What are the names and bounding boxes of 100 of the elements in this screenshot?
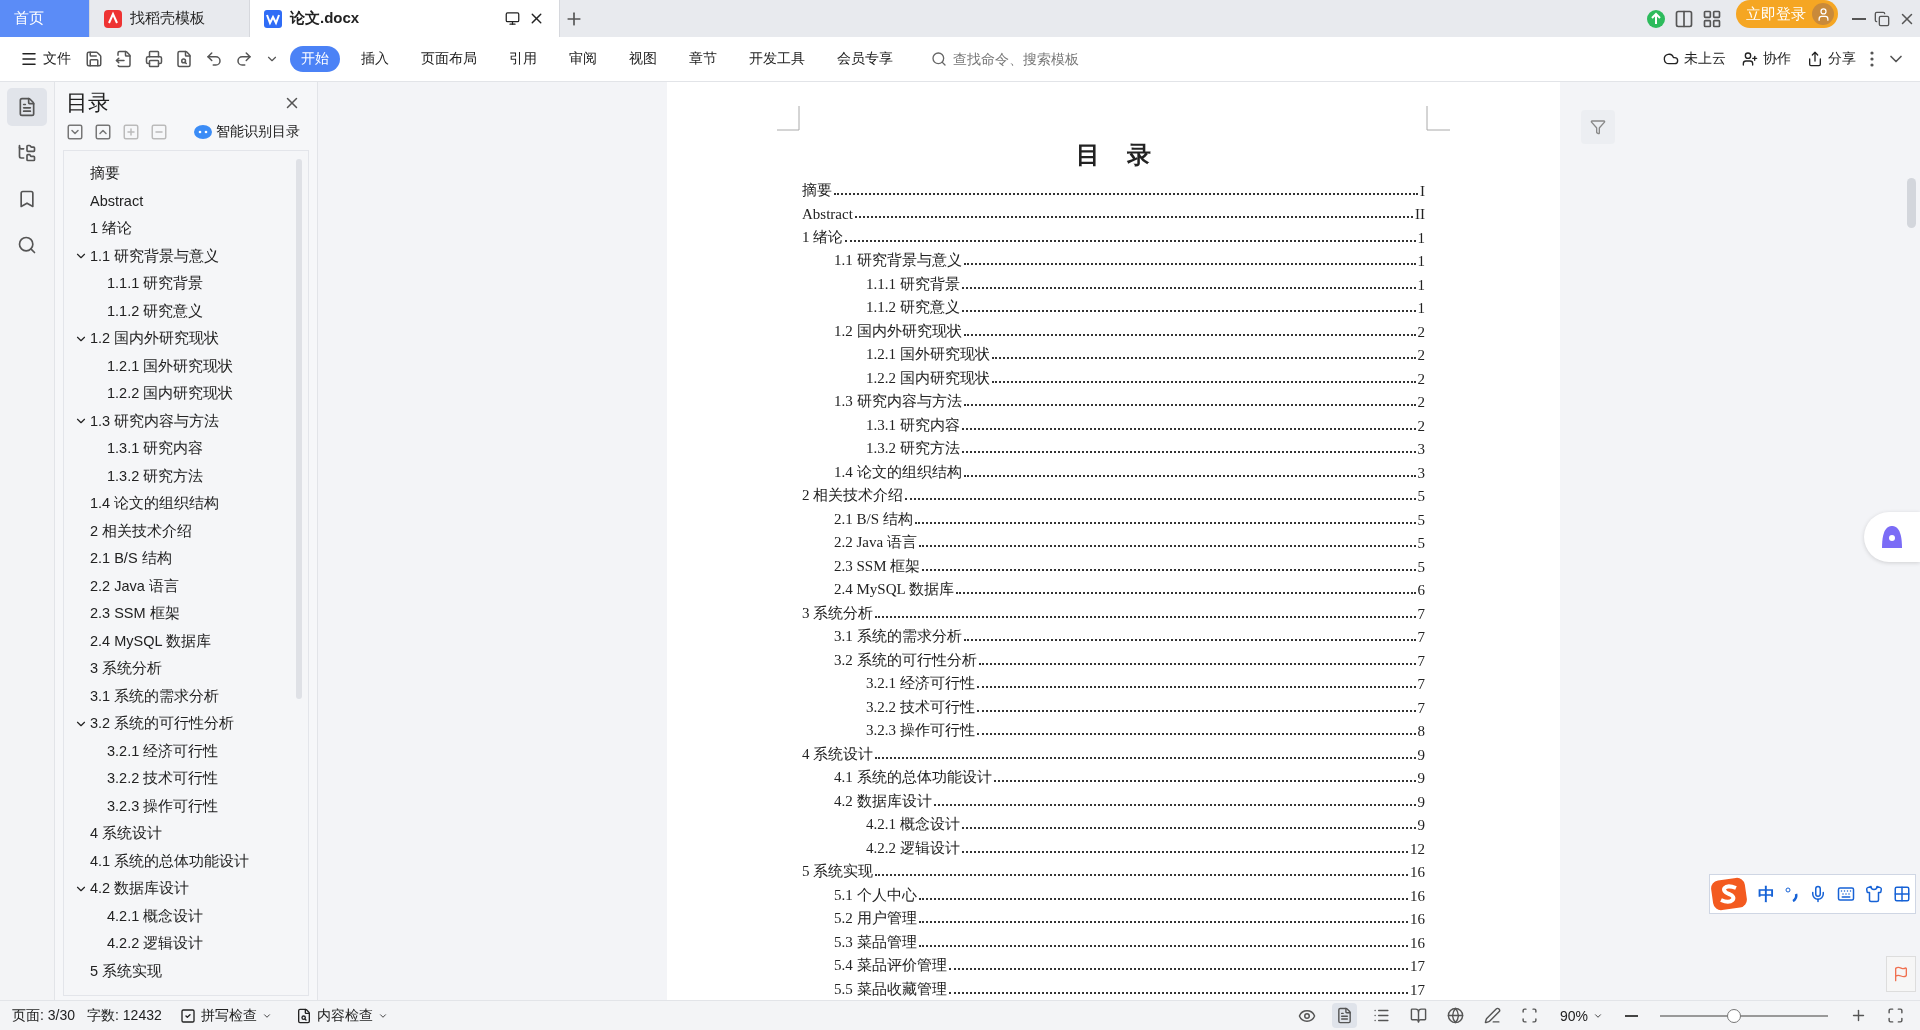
toc-entry-title: 2.3 SSM 框架 — [834, 556, 921, 576]
ribbon-tab[interactable]: 引用 — [498, 46, 548, 72]
outline-item[interactable]: 4 系统设计 — [64, 820, 163, 848]
toc-page-number: 1 — [1417, 229, 1425, 247]
outline-item[interactable]: 1.3.2 研究方法 — [64, 462, 204, 490]
toc-entry-title: 2.1 B/S 结构 — [834, 509, 913, 529]
outline-item[interactable]: 1.1.2 研究意义 — [64, 297, 204, 325]
toc-page-number: I — [1420, 182, 1425, 200]
ribbon-tab[interactable]: 审阅 — [558, 46, 608, 72]
toc-page-number: 2 — [1417, 347, 1425, 364]
outline-item[interactable]: 1.2 国内外研究现状 — [64, 325, 220, 353]
zoom-menu[interactable]: 90% — [1553, 1003, 1609, 1028]
ribbon-tab[interactable]: 视图 — [618, 46, 668, 72]
outline-item[interactable]: 4.2 数据库设计 — [64, 875, 190, 903]
toolbar-action[interactable]: 分享 — [1801, 46, 1862, 72]
ribbon-tab[interactable]: 开发工具 — [738, 46, 816, 72]
outline-item[interactable]: 3.1 系统的需求分析 — [64, 682, 220, 710]
outline-item[interactable]: 1.2.2 国内研究现状 — [64, 380, 234, 408]
redo-icon — [235, 50, 253, 68]
checkbox-icon — [179, 1007, 196, 1024]
toc-page-number: 9 — [1417, 746, 1425, 764]
collapse-all-icon[interactable] — [94, 123, 112, 141]
assistant-button[interactable] — [1864, 512, 1920, 562]
outline-item[interactable]: 3.2.1 经济可行性 — [64, 737, 219, 765]
ribbon-tab[interactable]: 开始 — [290, 46, 340, 72]
toc-entry-title: 2.4 MySQL 数据库 — [834, 580, 954, 599]
outline-item[interactable]: 3.2.3 操作可行性 — [64, 792, 219, 820]
outline-icon — [17, 97, 37, 117]
shirt-icon[interactable] — [1865, 885, 1883, 903]
toc-page-number: 16 — [1410, 887, 1425, 905]
outline-item[interactable]: 2.1 B/S 结构 — [64, 545, 172, 573]
ribbon-tab[interactable]: 章节 — [678, 46, 728, 72]
apps-icon[interactable] — [1893, 885, 1911, 903]
content-check-button[interactable]: 内容检查 — [289, 1002, 394, 1029]
toc-entry-title: 1.2.1 国外研究现状 — [866, 345, 990, 364]
toc-entry-title: 2.2 Java 语言 — [834, 533, 917, 552]
outline-item[interactable]: 1.4 论文的组织结构 — [64, 490, 220, 518]
scrollbar — [1907, 178, 1916, 228]
toc-page-number: 16 — [1410, 934, 1425, 952]
outline-item[interactable]: 4.2.2 逻辑设计 — [64, 930, 204, 958]
toolbar-action[interactable]: 未上云 — [1657, 46, 1732, 72]
outline-item[interactable]: 1.3 研究内容与方法 — [64, 407, 220, 435]
monitor-icon[interactable] — [505, 11, 520, 26]
outline-item[interactable]: 2.4 MySQL 数据库 — [64, 627, 212, 655]
outline-item[interactable]: 1.2.1 国外研究现状 — [64, 352, 234, 380]
toc-page-number: 16 — [1410, 911, 1425, 928]
toc-page-number: 9 — [1417, 770, 1425, 787]
outline-item[interactable]: 3.2.2 技术可行性 — [64, 765, 219, 793]
outline-item[interactable]: 3.2 系统的可行性分析 — [64, 710, 235, 738]
toc-entry-title: 5.4 菜品评价管理 — [834, 956, 947, 975]
toc-page-number: 3 — [1417, 441, 1425, 458]
outline-item[interactable]: 4.1 系统的总体功能设计 — [64, 847, 250, 875]
expand-all-icon[interactable] — [66, 123, 84, 141]
toolbar-action[interactable]: 协作 — [1736, 46, 1797, 72]
outline-item[interactable]: 1.1.1 研究背景 — [64, 270, 204, 298]
toc-entry-title: 1.1.1 研究背景 — [866, 274, 960, 294]
outline-item[interactable]: 1.3.1 研究内容 — [64, 435, 204, 463]
outline-item[interactable]: 4.2.1 概念设计 — [64, 902, 204, 930]
filter-icon — [1590, 119, 1606, 135]
printer-icon — [145, 50, 163, 68]
outline-item[interactable]: 2.3 SSM 框架 — [64, 600, 180, 628]
smart-toc-button[interactable]: 智能识别目录 — [188, 122, 306, 142]
outline-item[interactable]: 5 系统实现 — [64, 957, 163, 985]
toc-page-number: 5 — [1417, 558, 1425, 576]
outline-item[interactable]: 1.1 研究背景与意义 — [64, 242, 220, 270]
outline-item[interactable]: 3 系统分析 — [64, 655, 163, 683]
document-heading: 目 录 — [1074, 141, 1153, 170]
ribbon-tab[interactable]: 会员专享 — [826, 46, 904, 72]
sidebar-button[interactable] — [7, 88, 47, 126]
spell-check-button[interactable]: 拼写检查 — [173, 1002, 278, 1029]
toc-entry-title: 4.2.2 逻辑设计 — [866, 838, 960, 858]
outline-item[interactable]: 2 相关技术介绍 — [64, 517, 193, 545]
restore-icon — [1874, 10, 1890, 27]
outline-item[interactable]: 1 绪论 — [64, 215, 133, 243]
toc-page-number: 5 — [1417, 511, 1425, 529]
microphone-icon[interactable] — [1809, 885, 1827, 903]
toc-page-number: 7 — [1417, 629, 1425, 646]
ribbon-tab[interactable]: 插入 — [350, 46, 400, 72]
keyboard-icon[interactable] — [1837, 885, 1855, 903]
toc-page-number: 8 — [1417, 723, 1425, 740]
toc-entry-title: 4 系统设计 — [802, 744, 874, 764]
view-mode-button[interactable] — [1331, 1003, 1357, 1028]
docer-logo-icon — [104, 9, 122, 28]
document-tab[interactable]: 论文.docx — [250, 0, 560, 37]
bookmark-icon — [17, 189, 37, 209]
minus-icon — [1625, 1014, 1638, 1017]
toc-page-number: 2 — [1417, 394, 1425, 411]
toc-page-number: 2 — [1417, 323, 1425, 341]
toc-entry-title: 1.1.2 研究意义 — [866, 298, 960, 317]
outline-item[interactable]: 摘要 — [64, 160, 120, 188]
toc-page-number: 2 — [1417, 370, 1425, 388]
filter-button[interactable] — [1581, 110, 1615, 144]
slider-thumb[interactable] — [1726, 1008, 1741, 1023]
outline-item[interactable]: 2.2 Java 语言 — [64, 572, 179, 600]
outline-item[interactable]: Abstract — [64, 187, 144, 215]
command-search-field[interactable]: 查找命令、搜索模板 — [931, 50, 1111, 68]
file-menu[interactable]: 文件 — [14, 46, 77, 72]
ribbon-tab[interactable]: 页面布局 — [410, 46, 488, 72]
crop-mark-icon — [777, 106, 801, 132]
feedback-button[interactable] — [1886, 956, 1916, 992]
